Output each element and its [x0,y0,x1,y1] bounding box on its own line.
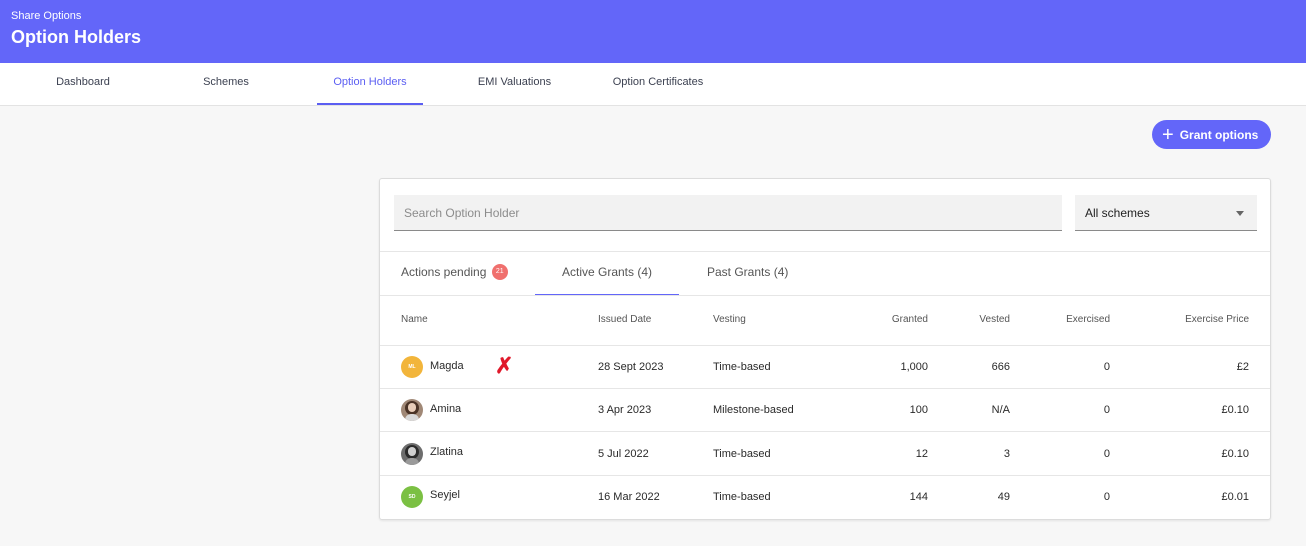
issued-date: 28 Sept 2023 [598,361,664,373]
top-nav: Dashboard Schemes Option Holders EMI Val… [0,63,1306,106]
exercised-value: 0 [1103,361,1110,373]
exercise-price-value: £0.10 [1221,448,1249,460]
caret-down-icon [1236,211,1244,216]
divider [380,251,1270,252]
column-header-vesting[interactable]: Vesting [713,314,746,325]
tab-emi-valuations[interactable]: EMI Valuations [467,63,562,105]
option-holders-card: Search Option Holder All schemes Actions… [379,178,1271,520]
exercise-price-value: £2 [1236,361,1249,373]
app-header: Share Options Option Holders [0,0,1306,63]
column-header-vested[interactable]: Vested [930,314,1010,325]
issued-date: 3 Apr 2023 [598,404,652,416]
column-header-name[interactable]: Name [401,314,428,325]
holder-name[interactable]: Amina [430,403,461,415]
vesting-type: Time-based [713,361,771,373]
tab-dashboard[interactable]: Dashboard [40,63,126,105]
vesting-type: Time-based [713,491,771,503]
exercised-value: 0 [1103,404,1110,416]
column-header-issued-date[interactable]: Issued Date [598,314,651,325]
avatar: SD [401,486,423,508]
issued-date: 5 Jul 2022 [598,448,649,460]
vested-value: N/A [991,404,1010,416]
divider [380,388,1270,389]
grant-options-button[interactable]: + Grant options [1152,120,1271,149]
exercise-price-value: £0.01 [1221,491,1249,503]
granted-value: 100 [909,404,928,416]
tab-schemes[interactable]: Schemes [185,63,267,105]
tab-actions-pending[interactable]: Actions pending 21 [401,252,508,296]
granted-value: 144 [909,491,928,503]
holder-name[interactable]: Magda [430,360,464,372]
plus-icon: + [1162,123,1174,146]
vesting-type: Time-based [713,448,771,460]
vested-value: 49 [997,491,1010,503]
exercised-value: 0 [1103,448,1110,460]
tab-option-holders[interactable]: Option Holders [317,63,423,105]
delete-x-icon[interactable]: ✗ [495,355,513,377]
divider [380,295,1270,296]
tab-option-certificates[interactable]: Option Certificates [600,63,716,105]
holder-name[interactable]: Zlatina [430,446,463,458]
section-label: Share Options [11,10,82,22]
scheme-select-value: All schemes [1085,206,1150,220]
column-header-exercised[interactable]: Exercised [1010,314,1110,325]
column-header-exercise-price[interactable]: Exercise Price [1129,314,1249,325]
holder-name[interactable]: Seyjel [430,489,460,501]
divider [380,475,1270,476]
search-input[interactable]: Search Option Holder [394,195,1062,231]
vesting-type: Milestone-based [713,404,794,416]
tab-past-grants[interactable]: Past Grants (4) [707,252,788,296]
avatar [401,399,423,421]
actions-pending-badge: 21 [491,263,508,280]
granted-value: 1,000 [900,361,928,373]
issued-date: 16 Mar 2022 [598,491,660,503]
exercise-price-value: £0.10 [1221,404,1249,416]
vested-value: 3 [1003,448,1010,460]
tab-active-grants[interactable]: Active Grants (4) [535,252,679,296]
granted-value: 12 [915,448,928,460]
actions-pending-label: Actions pending [401,265,487,279]
divider [380,345,1270,346]
scheme-select[interactable]: All schemes [1075,195,1257,231]
avatar: ML [401,356,423,378]
column-header-granted[interactable]: Granted [848,314,928,325]
divider [380,431,1270,432]
vested-value: 666 [991,361,1010,373]
grant-options-label: Grant options [1179,127,1259,142]
exercised-value: 0 [1103,491,1110,503]
avatar [401,443,423,465]
page-title: Option Holders [11,27,141,47]
